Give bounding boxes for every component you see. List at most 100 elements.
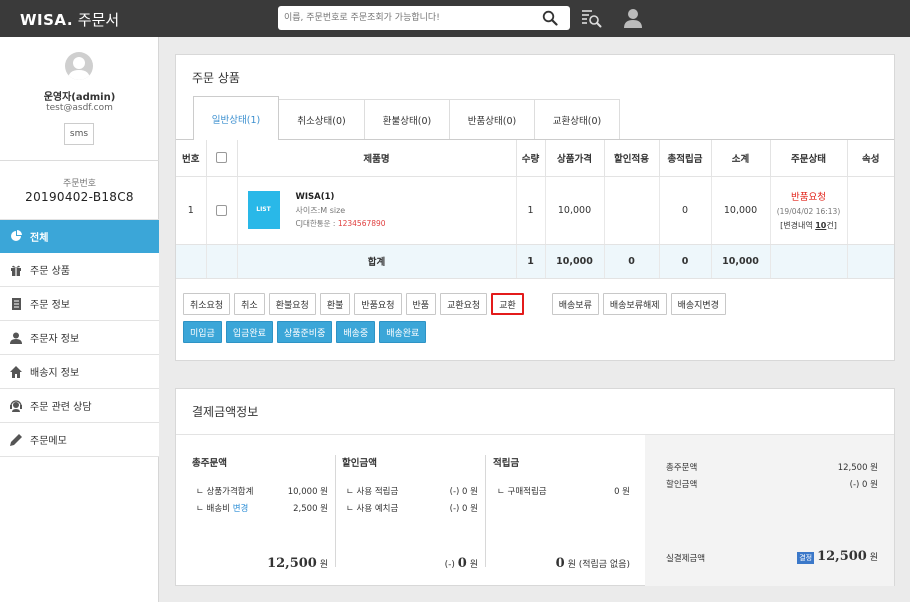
column-header: 속성 (847, 140, 894, 177)
table-header-row: 번호 제품명 수량 상품가격 할인적용 총적립금 소계 주문상태 속성 (176, 140, 894, 177)
tab-return-status[interactable]: 반품상태(0) (450, 99, 535, 140)
points-total-unit: 원 (적립금 없음) (564, 560, 630, 570)
cancel-request-button[interactable]: 취소요청 (183, 293, 231, 315)
search-input[interactable] (284, 10, 539, 26)
column-header: 제품명 (237, 140, 517, 177)
sidebar-item-orderer-info[interactable]: 주문자 정보 (0, 321, 159, 355)
document-icon (10, 297, 22, 310)
search-icon[interactable] (542, 10, 558, 29)
sidebar-item-order-info[interactable]: 주문 정보 (0, 287, 159, 321)
row-points: 0 (659, 176, 712, 245)
row-discount (604, 176, 660, 245)
payment-complete-button[interactable]: 입금완료 (225, 321, 273, 343)
order-amount-total-value: 12,500 (267, 556, 317, 571)
delivered-button[interactable]: 배송완료 (379, 321, 427, 343)
sidebar-item-order-products[interactable]: 주문 상품 (0, 253, 159, 287)
release-hold-button[interactable]: 배송보류해제 (602, 293, 667, 315)
refund-request-button[interactable]: 환불요청 (268, 293, 316, 315)
order-number-label: 주문번호 (62, 179, 97, 189)
brand-title: 주문서 (77, 11, 120, 29)
pie-chart-icon (10, 230, 22, 242)
change-address-button[interactable]: 배송지변경 (670, 293, 726, 315)
shipping-button[interactable]: 배송중 (336, 321, 376, 343)
home-icon (10, 365, 22, 378)
product-option: 사이즈:M size (295, 205, 346, 215)
order-amount-title: 총주문액 (192, 458, 227, 469)
total-discount: 0 (604, 244, 660, 279)
status-buttons: 미입금 입금완료 상품준비중 배송중 배송완료 (183, 321, 427, 343)
panel-title: 주문 상품 (192, 71, 240, 85)
total-qty: 1 (516, 244, 546, 279)
shipping-fee-value: 2,500 원 (293, 504, 328, 514)
column-divider (335, 455, 336, 567)
tab-normal-status[interactable]: 일반상태(1) (193, 96, 279, 140)
discount-total: (-) 0 원 (445, 556, 478, 571)
sidebar-item-label: 주문 정보 (30, 300, 70, 311)
product-name[interactable]: WISA(1) (296, 192, 335, 202)
app-brand[interactable]: WISA. 주문서 (20, 9, 119, 30)
row-price: 10,000 (545, 176, 605, 245)
used-deposit-value: (-) 0 원 (449, 504, 478, 514)
sidebar-item-label: 전체 (30, 232, 49, 244)
shipping-fee-text: ㄴ 배송비 (196, 504, 233, 514)
order-items-table: 번호 제품명 수량 상품가격 할인적용 총적립금 소계 주문상태 속성 1 LI… (176, 140, 894, 279)
payment-breakdown: 총주문액 ㄴ 상품가격합계 10,000 원 ㄴ 배송비 변경 2,500 원 … (176, 434, 645, 586)
tab-cancel-status[interactable]: 취소상태(0) (279, 99, 365, 140)
sidebar-item-all[interactable]: 전체 (0, 219, 159, 253)
avatar (65, 52, 93, 80)
points-column: 적립금 ㄴ 구매적립금 0 원 0 원 (적립금 없음) (493, 435, 630, 587)
sidebar-item-order-memo[interactable]: 주문메모 (0, 423, 159, 457)
used-points-value: (-) 0 원 (449, 487, 478, 497)
exchange-request-button[interactable]: 교환요청 (440, 293, 488, 315)
return-request-button[interactable]: 반품요청 (354, 293, 402, 315)
product-thumbnail[interactable]: LIST (247, 190, 280, 229)
total-subtotal: 10,000 (711, 244, 771, 279)
payment-panel: 결제금액정보 총주문액 ㄴ 상품가격합계 10,000 원 ㄴ 배송비 변경 2… (175, 388, 895, 586)
status-change-history[interactable]: [변경내역 10건] (771, 220, 847, 231)
search-box (278, 6, 570, 30)
headset-icon (10, 399, 22, 412)
total-row: 합계 1 10,000 0 0 10,000 (176, 244, 894, 279)
total-label: 합계 (237, 244, 517, 279)
row-status-cell: 반품요청 (19/04/02 16:13) [변경내역 10건] (770, 176, 848, 245)
row-select-cell (206, 176, 238, 245)
order-amount-total: 12,500 원 (267, 556, 328, 571)
shipping-tracking: CJ대한통운 : 1234567890 (296, 218, 386, 229)
tab-refund-status[interactable]: 환불상태(0) (365, 99, 450, 140)
final-amount-label: 실결제금액 (666, 554, 706, 564)
sidebar-item-shipping-info[interactable]: 배송지 정보 (0, 355, 159, 389)
change-history-count: 10 (815, 221, 827, 230)
order-info: 주문번호 20190402-B18C8 (0, 161, 159, 219)
sms-button[interactable]: sms (64, 123, 94, 145)
product-cell: LIST WISA(1) 사이즈:M size CJ대한통운 : 1234567… (237, 176, 517, 245)
cancel-button[interactable]: 취소 (234, 293, 265, 315)
tab-exchange-status[interactable]: 교환상태(0) (535, 99, 620, 140)
order-action-buttons: 취소요청 취소 환불요청 환불 반품요청 반품 교환요청 교환 배송보류 배송보… (183, 293, 726, 315)
sidebar-item-label: 주문메모 (30, 436, 67, 447)
points-total-value: 0 (555, 556, 565, 571)
pencil-icon (10, 433, 22, 446)
shipping-fee-label: ㄴ 배송비 변경 (196, 502, 248, 514)
change-history-suffix: 건] (826, 221, 837, 230)
change-shipping-fee-link[interactable]: 변경 (233, 504, 249, 514)
order-status: 반품요청 (791, 192, 826, 203)
preparing-button[interactable]: 상품준비중 (276, 321, 333, 343)
user-profile-icon[interactable] (624, 8, 642, 31)
user-name: 운영자(admin) (43, 92, 116, 103)
unpaid-button[interactable]: 미입금 (183, 321, 222, 343)
sidebar-item-consultation[interactable]: 주문 관련 상담 (0, 389, 159, 423)
column-header: 할인적용 (604, 140, 660, 177)
select-all-checkbox[interactable] (216, 152, 227, 164)
row-checkbox[interactable] (216, 204, 227, 216)
refund-button[interactable]: 환불 (319, 293, 351, 315)
gift-icon (10, 264, 22, 276)
exchange-button[interactable]: 교환 (491, 293, 524, 315)
sidebar-item-label: 주문자 정보 (30, 334, 80, 345)
carrier-label: CJ대한통운 : (295, 218, 338, 228)
hold-shipping-button[interactable]: 배송보류 (551, 293, 599, 315)
discount-total-value: 0 (457, 556, 467, 571)
order-search-list-icon[interactable] (580, 8, 602, 31)
column-header: 상품가격 (545, 140, 605, 177)
tracking-number[interactable]: 1234567890 (338, 219, 386, 228)
return-button[interactable]: 반품 (405, 293, 437, 315)
